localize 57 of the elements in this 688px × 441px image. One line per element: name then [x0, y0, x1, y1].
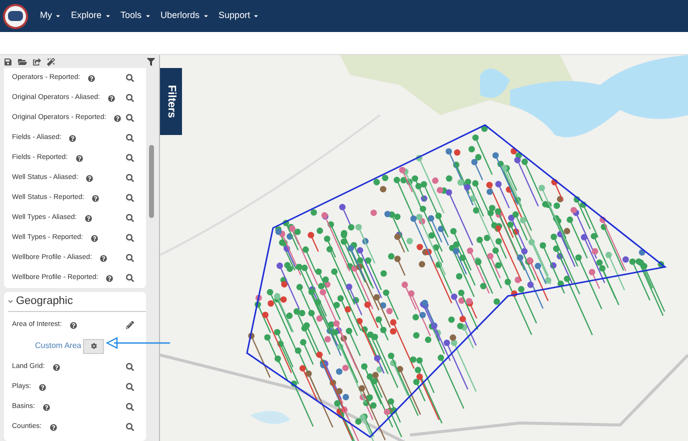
nav-menu[interactable]: Uberlords: [160, 9, 209, 23]
search-icon[interactable]: [126, 254, 134, 262]
help-icon[interactable]: [108, 94, 115, 102]
help-icon[interactable]: [70, 322, 77, 328]
search-icon[interactable]: [126, 174, 134, 182]
help-icon[interactable]: [42, 404, 50, 410]
help-icon[interactable]: [52, 364, 60, 370]
help-icon[interactable]: [100, 254, 108, 262]
search-icon[interactable]: [126, 423, 134, 431]
nav-menu[interactable]: Tools: [120, 9, 151, 23]
help-icon[interactable]: [90, 234, 98, 242]
settings-button[interactable]: [83, 338, 104, 354]
chevron-icon: [8, 299, 13, 304]
help-icon[interactable]: [50, 424, 57, 430]
map-drawing[interactable]: [160, 55, 688, 441]
caret-icon: [55, 13, 61, 19]
search-icon[interactable]: [126, 114, 134, 122]
folder-icon[interactable]: [18, 58, 27, 66]
wand-icon[interactable]: [47, 58, 55, 66]
caret-icon: [202, 13, 209, 19]
search-icon[interactable]: [126, 194, 134, 202]
custom-area-link[interactable]: Custom Area: [35, 340, 82, 352]
search-icon[interactable]: [126, 74, 134, 82]
help-icon[interactable]: [106, 274, 114, 282]
help-icon[interactable]: [92, 194, 100, 202]
filter-icon[interactable]: [147, 58, 155, 66]
help-icon[interactable]: [88, 74, 96, 82]
edit-icon[interactable]: [126, 321, 134, 329]
search-icon[interactable]: [126, 134, 134, 142]
scrollbar[interactable]: [149, 145, 154, 218]
help-icon[interactable]: [39, 384, 46, 390]
help-icon[interactable]: [76, 154, 83, 162]
share-icon[interactable]: [33, 58, 41, 66]
help-icon[interactable]: [86, 174, 94, 182]
save-icon[interactable]: [4, 58, 12, 66]
search-icon[interactable]: [126, 94, 134, 102]
filters-tab[interactable]: Filters: [160, 68, 182, 135]
search-icon[interactable]: [126, 234, 134, 242]
logo[interactable]: [3, 4, 28, 28]
nav-menu[interactable]: My: [40, 9, 61, 23]
annotation-arrow: [106, 336, 170, 350]
search-icon[interactable]: [126, 154, 134, 162]
search-icon[interactable]: [126, 403, 134, 411]
nav-menu[interactable]: Support: [218, 9, 260, 23]
help-icon[interactable]: [84, 214, 92, 222]
search-icon[interactable]: [126, 363, 134, 371]
nav-menu[interactable]: Explore: [71, 9, 111, 23]
search-icon[interactable]: [126, 274, 134, 282]
search-icon[interactable]: [126, 383, 134, 391]
section-header[interactable]: Geographic: [8, 292, 146, 312]
search-icon[interactable]: [126, 214, 134, 222]
help-icon[interactable]: [114, 114, 122, 122]
help-icon[interactable]: [69, 134, 76, 142]
caret-icon: [253, 13, 260, 19]
caret-icon: [104, 13, 111, 19]
caret-icon: [144, 13, 151, 19]
gear-icon: [90, 343, 97, 349]
